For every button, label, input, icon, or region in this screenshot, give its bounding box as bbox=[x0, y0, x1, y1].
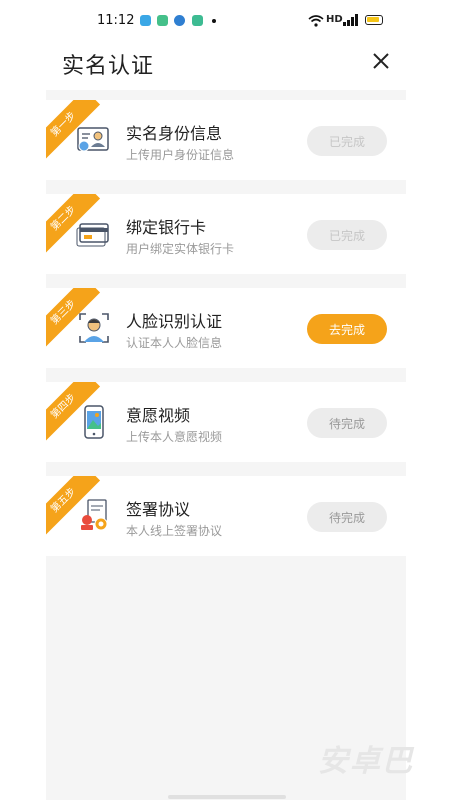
page-title: 实名认证 bbox=[62, 54, 155, 79]
app-notification-icon bbox=[140, 15, 151, 26]
wifi-icon bbox=[308, 15, 324, 27]
step-title: 实名身份信息 bbox=[126, 124, 223, 143]
status-bar: 11:12 HD bbox=[0, 0, 450, 40]
battery-icon bbox=[365, 15, 383, 25]
close-icon[interactable] bbox=[370, 50, 392, 72]
status-time: 11:12 bbox=[97, 13, 135, 28]
app-notification-icon bbox=[157, 15, 168, 26]
step-subtitle: 上传用户身份证信息 bbox=[126, 148, 235, 162]
page-header: 实名认证 bbox=[0, 40, 450, 88]
step-title: 意愿视频 bbox=[126, 406, 191, 425]
id-card-icon bbox=[77, 127, 109, 152]
app-notification-icon bbox=[174, 15, 185, 26]
step-subtitle: 用户绑定实体银行卡 bbox=[126, 242, 235, 256]
step-status-button[interactable]: 待完成 bbox=[307, 502, 387, 532]
app-notification-icon bbox=[192, 15, 203, 26]
step-title: 人脸识别认证 bbox=[126, 312, 223, 331]
step-status-button[interactable]: 已完成 bbox=[307, 126, 387, 156]
step-card-identity: 第一步 实名身份信息 上传用户身份证信息 已完成 bbox=[46, 100, 406, 180]
signal-icon bbox=[343, 14, 358, 26]
more-notifications-icon bbox=[212, 19, 216, 23]
step-title: 绑定银行卡 bbox=[126, 218, 207, 237]
step-subtitle: 本人线上签署协议 bbox=[126, 524, 223, 538]
step-action-button[interactable]: 去完成 bbox=[307, 314, 387, 344]
bank-card-icon bbox=[76, 223, 109, 247]
watermark-logo: 安卓巴 bbox=[318, 744, 414, 779]
step-subtitle: 认证本人人脸信息 bbox=[126, 336, 223, 350]
step-card-sign-agreement: 第五步 签署协议 本人线上签署协议 待完成 bbox=[46, 476, 406, 556]
home-indicator[interactable] bbox=[168, 795, 286, 799]
step-card-bank-card: 第二步 绑定银行卡 用户绑定实体银行卡 已完成 bbox=[46, 194, 406, 274]
step-title: 签署协议 bbox=[126, 500, 191, 519]
step-subtitle: 上传本人意愿视频 bbox=[126, 430, 223, 444]
seal-stamp-icon bbox=[81, 499, 108, 531]
face-scan-icon bbox=[79, 313, 109, 343]
step-status-button[interactable]: 待完成 bbox=[307, 408, 387, 438]
step-status-button[interactable]: 已完成 bbox=[307, 220, 387, 250]
step-card-face-recognition: 第三步 人脸识别认证 认证本人人脸信息 去完成 bbox=[46, 288, 406, 368]
network-type-label: HD bbox=[326, 14, 343, 25]
step-card-intent-video: 第四步 意愿视频 上传本人意愿视频 待完成 bbox=[46, 382, 406, 462]
phone-video-icon bbox=[84, 405, 104, 439]
